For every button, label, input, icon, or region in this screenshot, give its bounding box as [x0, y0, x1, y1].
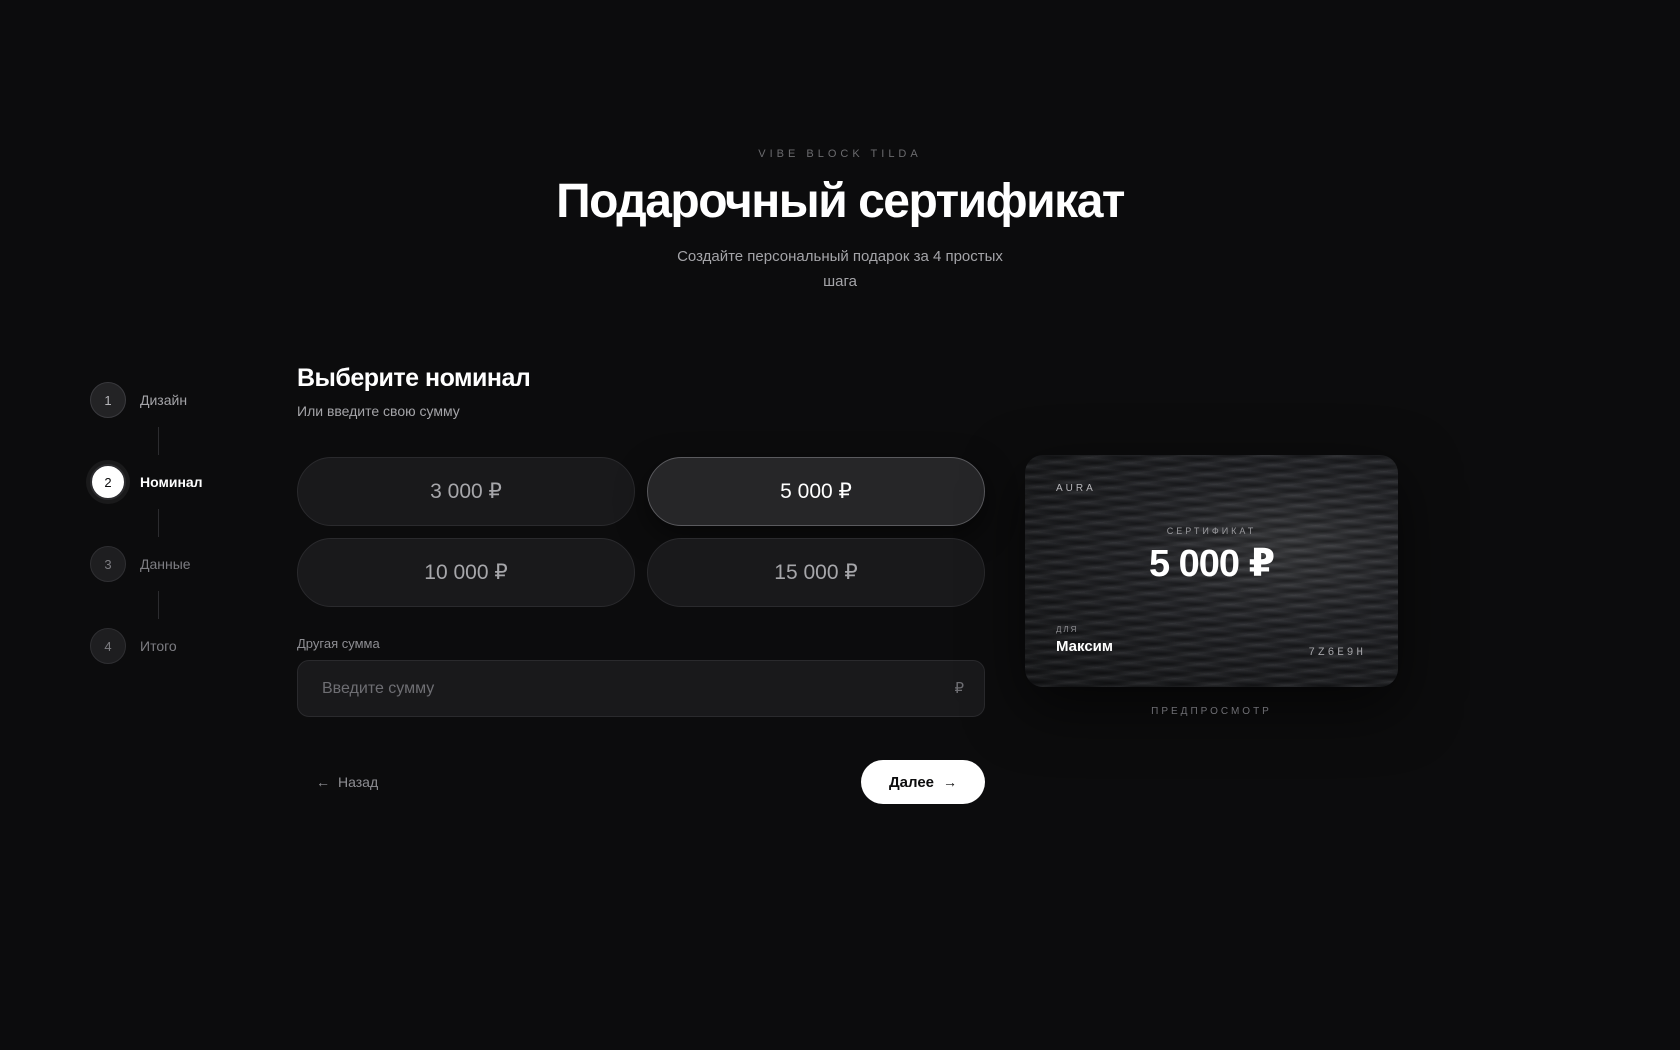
page-title: Подарочный сертификат [556, 175, 1125, 228]
step-total[interactable]: 4 Итого [90, 628, 270, 664]
amount-option-5000[interactable]: 5 000 ₽ [647, 457, 985, 526]
arrow-left-icon: ← [316, 774, 330, 790]
step-number: 3 [90, 546, 126, 582]
custom-amount-field: ₽ [297, 660, 985, 717]
step-label: Дизайн [140, 392, 188, 408]
step-design[interactable]: 1 Дизайн [90, 382, 270, 418]
amount-option-15000[interactable]: 15 000 ₽ [647, 538, 985, 607]
step-label: Итого [140, 638, 177, 654]
step-label: Данные [140, 556, 191, 572]
preview-caption: ПРЕДПРОСМОТР [1151, 706, 1272, 717]
back-button[interactable]: ← Назад [316, 771, 378, 793]
back-button-label: Назад [338, 774, 379, 790]
step-label: Номинал [140, 474, 203, 490]
card-code: 7Z6E9H [1308, 647, 1366, 659]
page: VIBE BLOCK TILDA Подарочный сертификат С… [0, 0, 1680, 1050]
amount-option-10000[interactable]: 10 000 ₽ [297, 538, 635, 607]
step-data[interactable]: 3 Данные [90, 546, 270, 582]
certificate-preview-card: AURA СЕРТИФИКАТ 5 000 ₽ ДЛЯ Максим 7Z6E9… [1025, 455, 1398, 687]
custom-amount-input[interactable] [298, 661, 984, 716]
section-title: Выберите номинал [297, 364, 531, 392]
eyebrow-label: VIBE BLOCK TILDA [758, 148, 922, 160]
step-connector [158, 509, 159, 537]
ruble-icon: ₽ [954, 680, 964, 697]
card-brand: AURA [1056, 483, 1096, 494]
step-connector [158, 427, 159, 455]
step-number: 1 [90, 382, 126, 418]
arrow-right-icon: → [943, 774, 958, 790]
section-subtitle: Или введите свою сумму [297, 403, 460, 419]
step-number: 2 [90, 464, 126, 500]
step-number: 4 [90, 628, 126, 664]
card-recipient: Максим [1056, 638, 1113, 655]
custom-amount-label: Другая сумма [297, 636, 380, 651]
next-button[interactable]: Далее → [861, 760, 985, 804]
card-for-label: ДЛЯ [1056, 625, 1079, 634]
page-subtitle: Создайте персональный подарок за 4 прост… [677, 248, 1003, 290]
step-nominal[interactable]: 2 Номинал [90, 464, 270, 500]
step-connector [158, 591, 159, 619]
next-button-label: Далее [888, 773, 935, 791]
amount-option-3000[interactable]: 3 000 ₽ [297, 457, 635, 526]
card-amount: 5 000 ₽ [1148, 543, 1275, 585]
card-certificate-label: СЕРТИФИКАТ [1166, 526, 1257, 536]
